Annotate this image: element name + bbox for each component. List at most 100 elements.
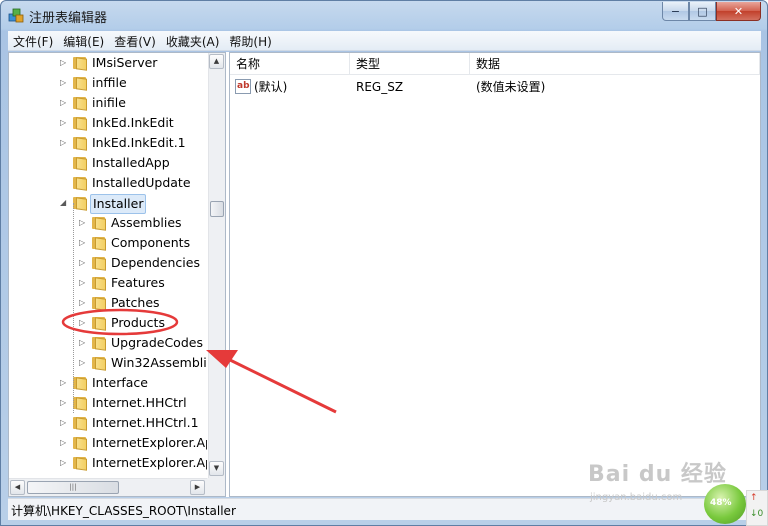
title-bar[interactable]: 注册表编辑器 − □ ✕	[1, 1, 767, 29]
tree-item[interactable]: ▷ Dependencies	[9, 253, 207, 273]
expand-toggle-icon[interactable]: ▷	[79, 219, 86, 227]
tree-rows: ▷ IMsiServer ▷ inffile ▷ inifile ▷ InkEd.InkEdi…	[9, 53, 207, 478]
tree-item[interactable]: ▷ Interface	[9, 373, 207, 393]
tree-horizontal-scrollbar[interactable]: ◀ ||| ▶	[9, 478, 207, 496]
menu-help[interactable]: 帮助(H)	[224, 31, 276, 50]
tree-item-label: Interface	[92, 375, 148, 390]
tree-item-label: InkEd.InkEdit	[92, 115, 174, 130]
tree-item[interactable]: ▷ UpgradeCodes	[9, 333, 207, 353]
tree-item-label: InkEd.InkEdit.1	[92, 135, 186, 150]
column-type-header[interactable]: 类型	[350, 53, 470, 75]
tree-item[interactable]: InstalledApp	[9, 153, 207, 173]
folder-icon	[72, 456, 88, 471]
tree-item-label: Installer	[90, 194, 147, 214]
tree-item-label: Assemblies	[111, 215, 182, 230]
tree-item[interactable]: ▷ Assemblies	[9, 213, 207, 233]
expand-toggle-icon[interactable]: ◢	[60, 199, 67, 207]
menu-bar: 文件(F) 编辑(E) 查看(V) 收藏夹(A) 帮助(H)	[8, 31, 761, 51]
tree-item[interactable]: ▷ InternetExplorer.Ap	[9, 433, 207, 453]
tree-item-label: Win32Assemblie	[111, 355, 207, 370]
value-row[interactable]: ab (默认) REG_SZ (数值未设置)	[230, 77, 760, 97]
expand-toggle-icon[interactable]: ▷	[60, 59, 67, 67]
network-speed-widget[interactable]: 48% ↑ ↓0	[700, 478, 768, 526]
expand-toggle-icon[interactable]	[60, 179, 67, 187]
expand-toggle-icon[interactable]: ▷	[60, 399, 67, 407]
tree-item[interactable]: ▷ Internet.HHCtrl.1	[9, 413, 207, 433]
folder-icon	[72, 116, 88, 131]
folder-icon	[91, 336, 107, 351]
tree-item[interactable]: ▷ inifile	[9, 93, 207, 113]
minimize-button[interactable]: −	[662, 2, 689, 21]
tree-item[interactable]: ▷ InkEd.InkEdit.1	[9, 133, 207, 153]
folder-icon	[72, 156, 88, 171]
horizontal-scroll-thumb[interactable]: |||	[27, 481, 119, 494]
expand-toggle-icon[interactable]: ▷	[79, 319, 86, 327]
tree-item-label: InternetExplorer.Ap	[92, 455, 207, 470]
tree-item-label: inifile	[92, 95, 126, 110]
tree-item[interactable]: ▷ InkEd.InkEdit	[9, 113, 207, 133]
tree-item[interactable]: ▷ Win32Assemblie	[9, 353, 207, 373]
expand-toggle-icon[interactable]: ▷	[79, 279, 86, 287]
list-header: 名称 类型 数据	[230, 53, 760, 75]
folder-icon	[72, 76, 88, 91]
tree-item[interactable]: ▷ InternetExplorer.Ap	[9, 453, 207, 473]
folder-icon	[91, 316, 107, 331]
tree-item[interactable]: ▷ IMsiServer	[9, 53, 207, 73]
expand-toggle-icon[interactable]: ▷	[60, 419, 67, 427]
tree-guide-line	[73, 203, 74, 413]
column-name-header[interactable]: 名称	[230, 53, 350, 75]
scroll-down-button[interactable]: ▼	[209, 461, 224, 476]
expand-toggle-icon[interactable]: ▷	[60, 459, 67, 467]
window-title: 注册表编辑器	[29, 11, 108, 26]
status-path: 计算机\HKEY_CLASSES_ROOT\Installer	[11, 504, 236, 518]
menu-edit[interactable]: 编辑(E)	[58, 31, 109, 50]
vertical-scroll-thumb[interactable]	[210, 201, 224, 217]
tree-item[interactable]: ▷ Internet.HHCtrl	[9, 393, 207, 413]
menu-favorites[interactable]: 收藏夹(A)	[161, 31, 225, 50]
expand-toggle-icon[interactable]	[60, 159, 67, 167]
expand-toggle-icon[interactable]: ▷	[60, 379, 67, 387]
scroll-right-button[interactable]: ▶	[190, 480, 205, 495]
maximize-button[interactable]: □	[689, 2, 716, 21]
tree-item[interactable]: ▷ Features	[9, 273, 207, 293]
column-data-header[interactable]: 数据	[470, 53, 760, 75]
values-list-pane[interactable]: 名称 类型 数据 ab (默认) REG_SZ (数值未设置)	[229, 52, 761, 497]
expand-toggle-icon[interactable]: ▷	[60, 79, 67, 87]
network-percent: 48%	[710, 498, 732, 508]
expand-toggle-icon[interactable]: ▷	[79, 299, 86, 307]
tree-item[interactable]: InstalledUpdate	[9, 173, 207, 193]
upload-arrow-icon: ↑	[750, 493, 758, 503]
folder-icon	[91, 296, 107, 311]
tree-item-label: InstalledUpdate	[92, 175, 191, 190]
expand-toggle-icon[interactable]: ▷	[60, 139, 67, 147]
menu-file[interactable]: 文件(F)	[8, 31, 58, 50]
folder-icon	[91, 216, 107, 231]
scroll-up-button[interactable]: ▲	[209, 54, 224, 69]
tree-item-label: Components	[111, 235, 191, 250]
tree-item-label: InternetExplorer.Ap	[92, 435, 207, 450]
tree-item[interactable]: ▷ Components	[9, 233, 207, 253]
expand-toggle-icon[interactable]: ▷	[60, 439, 67, 447]
tree-item[interactable]: ▷ Patches	[9, 293, 207, 313]
registry-editor-icon	[8, 8, 24, 23]
expand-toggle-icon[interactable]: ▷	[79, 339, 86, 347]
scroll-left-button[interactable]: ◀	[10, 480, 25, 495]
tree-item-label: InstalledApp	[92, 155, 170, 170]
registry-editor-window: 注册表编辑器 − □ ✕ 文件(F) 编辑(E) 查看(V) 收藏夹(A) 帮助…	[0, 0, 768, 526]
expand-toggle-icon[interactable]: ▷	[60, 99, 67, 107]
caption-buttons: − □ ✕	[662, 2, 761, 21]
tree-item-label: UpgradeCodes	[111, 335, 203, 350]
expand-toggle-icon[interactable]: ▷	[79, 239, 86, 247]
tree-vertical-scrollbar[interactable]: ▲ ▼	[208, 53, 225, 478]
tree-item[interactable]: ▷ Products	[9, 313, 207, 333]
folder-icon	[91, 236, 107, 251]
expand-toggle-icon[interactable]: ▷	[60, 119, 67, 127]
key-tree-pane[interactable]: ▷ IMsiServer ▷ inffile ▷ inifile ▷ InkEd.InkEdi…	[8, 52, 226, 497]
expand-toggle-icon[interactable]: ▷	[79, 259, 86, 267]
menu-view[interactable]: 查看(V)	[109, 31, 161, 50]
tree-item[interactable]: ◢ Installer	[9, 193, 207, 214]
close-button[interactable]: ✕	[716, 2, 761, 21]
folder-icon	[91, 276, 107, 291]
expand-toggle-icon[interactable]: ▷	[79, 359, 86, 367]
tree-item[interactable]: ▷ inffile	[9, 73, 207, 93]
